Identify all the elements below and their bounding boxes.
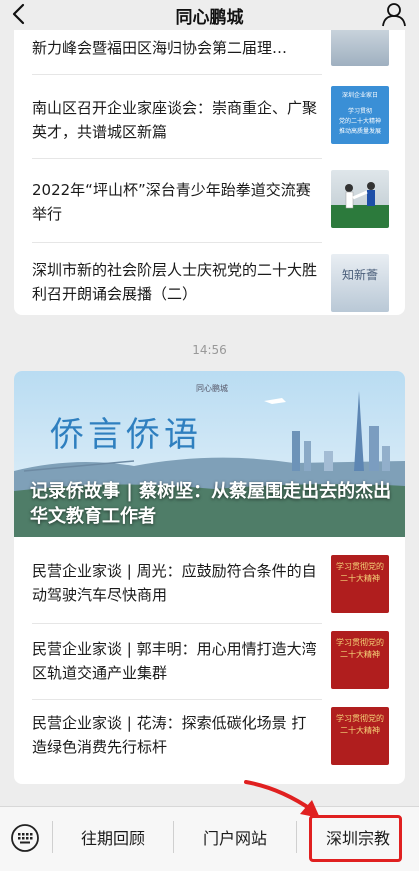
thumb-text: 深圳企业家日 [341,92,378,99]
article-title: 2022年“坪山杯”深台青少年跆拳道交流赛举行 [32,181,311,223]
article-card-2: 同心鹏城 侨言侨语 记录侨故事 | 蔡树坚：从蔡屋围走出去的杰出华文教育工作者 … [14,371,405,784]
keyboard-icon[interactable] [10,823,40,853]
banner-calligraphy: 侨言侨语 [50,415,202,455]
brand-label: 同心鹏城 [196,384,228,393]
article-title: 南山区召开企业家座谈会：崇商重企、广聚英才，共谱城区新篇 [32,99,318,141]
list-item[interactable]: 民营企业家谈 | 花涛：探索低碳化场景 打造绿色消费先行标杆 学习贯彻党的二十大… [32,697,389,775]
page-title: 同心鹏城 [175,7,244,28]
hero-article-title: 记录侨故事 | 蔡树坚：从蔡屋围走出去的杰出华文教育工作者 [30,481,392,527]
divider [32,74,322,75]
back-arrow-icon[interactable] [8,2,32,26]
article-title: 新力峰会暨福田区海归协会第二届理… [32,39,288,57]
article-thumbnail [331,24,389,66]
article-thumbnail: 学习贯彻党的二十大精神 [331,631,389,689]
divider [32,242,322,243]
article-card-1: 新力峰会暨福田区海归协会第二届理… 南山区召开企业家座谈会：崇商重企、广聚英才，… [14,18,405,315]
list-item[interactable]: 南山区召开企业家座谈会：崇商重企、广聚英才，共谱城区新篇 深圳企业家日 学习贯彻… [32,80,389,158]
menu-past-issues[interactable]: 往期回顾 [53,807,173,867]
divider [32,158,322,159]
article-title: 民营企业家谈 | 花涛：探索低碳化场景 打造绿色消费先行标杆 [32,714,307,756]
thumb-text: 学习贯彻 [347,108,372,115]
list-item[interactable]: 民营企业家谈 | 郭丰明：用心用情打造大湾区轨道交通产业集群 学习贯彻党的二十大… [32,621,389,699]
message-timestamp: 14:56 [192,343,227,357]
thumb-text: 知新薈 [341,268,378,282]
thumb-text: 党的二十大精神 [338,118,381,125]
thumb-text: 推动高质量发展 [338,128,381,135]
thumb-text: 学习贯彻党的二十大精神 [336,714,384,735]
article-thumbnail: 学习贯彻党的二十大精神 [331,707,389,765]
top-nav-bar: 同心鹏城 [0,0,419,30]
thumb-text: 学习贯彻党的二十大精神 [336,562,384,583]
taekwondo-image-icon [345,182,375,209]
article-thumbnail: 知新薈 [331,254,389,312]
hero-banner[interactable]: 同心鹏城 侨言侨语 记录侨故事 | 蔡树坚：从蔡屋围走出去的杰出华文教育工作者 [14,371,405,537]
annotation-arrow-icon [244,780,320,818]
list-item[interactable]: 民营企业家谈 | 周光：应鼓励符合条件的自动驾驶汽车尽快商用 学习贯彻党的二十大… [32,541,389,619]
article-thumbnail: 深圳企业家日 学习贯彻 党的二十大精神 推动高质量发展 [331,86,389,144]
list-item[interactable]: 新力峰会暨福田区海归协会第二届理… [32,24,389,66]
article-title: 民营企业家谈 | 郭丰明：用心用情打造大湾区轨道交通产业集群 [32,640,317,682]
list-item[interactable]: 2022年“坪山杯”深台青少年跆拳道交流赛举行 [32,164,389,242]
article-thumbnail [331,170,389,228]
article-title: 民营企业家谈 | 周光：应鼓励符合条件的自动驾驶汽车尽快商用 [32,562,317,604]
article-thumbnail: 学习贯彻党的二十大精神 [331,555,389,613]
profile-icon[interactable] [381,1,407,27]
list-item[interactable]: 深圳市新的社会阶层人士庆祝党的二十大胜利召开朗诵会展播（二） 知新薈 [32,244,389,315]
thumb-text: 学习贯彻党的二十大精神 [336,638,384,659]
article-title: 深圳市新的社会阶层人士庆祝党的二十大胜利召开朗诵会展播（二） [32,261,318,303]
